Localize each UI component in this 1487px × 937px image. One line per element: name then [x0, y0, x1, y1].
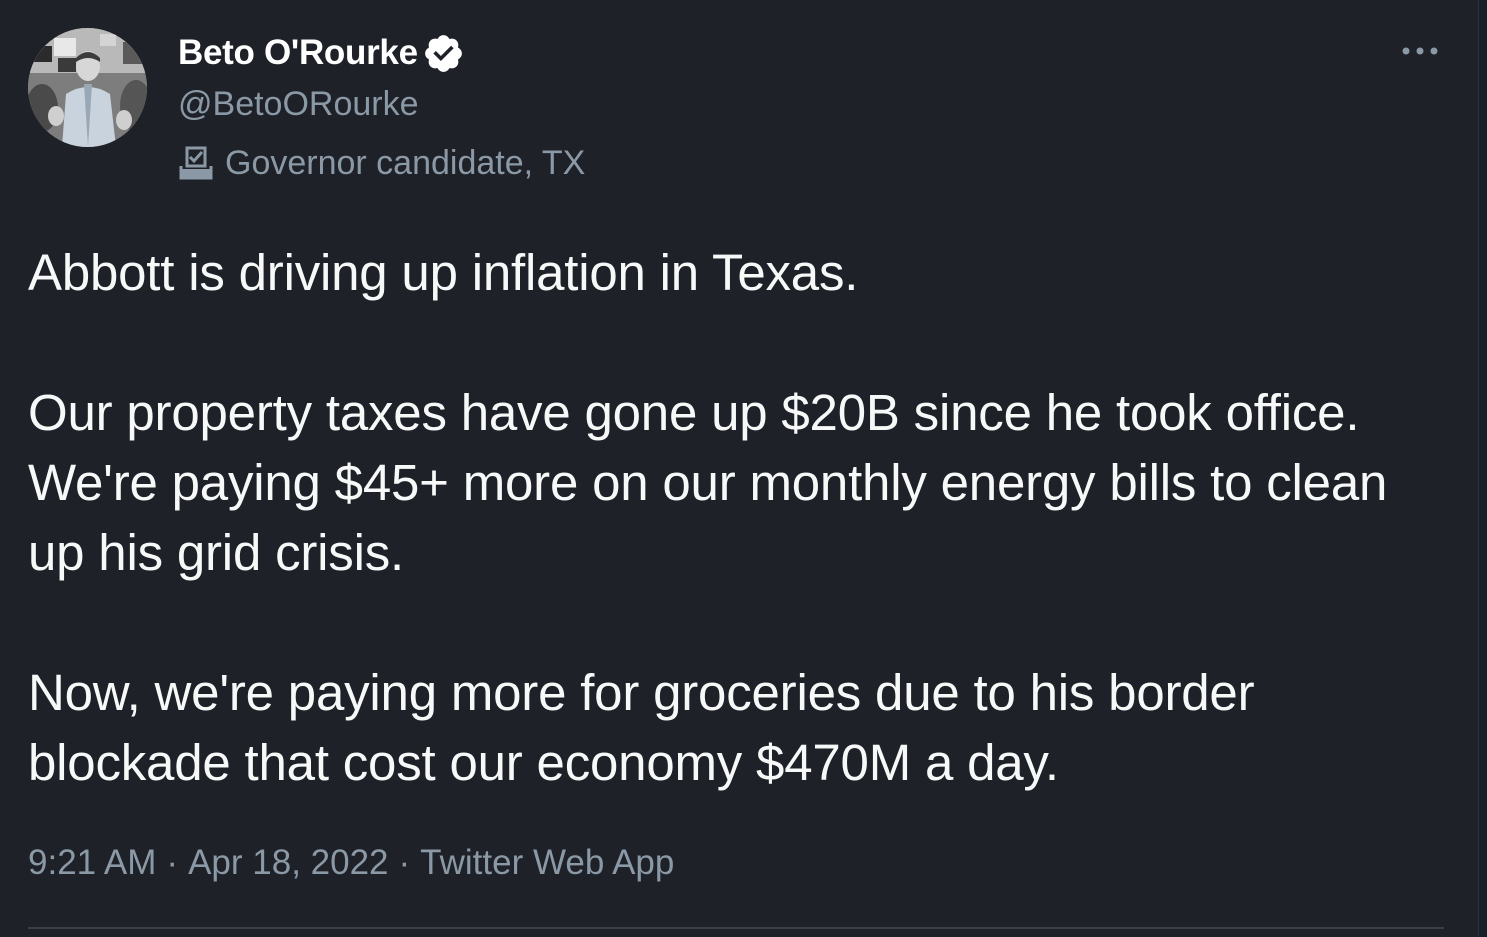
avatar[interactable]	[28, 28, 147, 147]
tweet-metadata: 9:21 AM · Apr 18, 2022 · Twitter Web App	[28, 840, 674, 886]
tweet-time-link[interactable]: 9:21 AM · Apr 18, 2022	[28, 843, 389, 882]
tweet-time[interactable]: 9:21 AM	[28, 843, 156, 882]
more-horizontal-icon	[1400, 43, 1440, 61]
tweet-paragraph: Abbott is driving up inflation in Texas.	[28, 244, 859, 301]
tweet-page: Beto O'Rourke @BetoORourke Governor cand…	[0, 0, 1478, 937]
divider	[28, 927, 1444, 929]
meta-separator: ·	[398, 843, 411, 882]
more-options-button[interactable]	[1396, 36, 1444, 68]
scrollbar-track[interactable]	[1478, 0, 1487, 937]
affiliation-label: Governor candidate, TX	[178, 141, 585, 185]
verified-badge-icon	[422, 32, 465, 75]
tweet-text: Abbott is driving up inflation in Texas.…	[28, 238, 1448, 798]
meta-separator: ·	[166, 843, 179, 882]
tweet-paragraph: Our property taxes have gone up $20B sin…	[28, 384, 1388, 581]
author-name-row[interactable]: Beto O'Rourke	[178, 31, 465, 75]
author-display-name[interactable]: Beto O'Rourke	[178, 31, 418, 75]
affiliation-label-text: Governor candidate, TX	[225, 143, 586, 182]
ballot-box-icon	[178, 145, 214, 181]
tweet-paragraph: Now, we're paying more for groceries due…	[28, 664, 1255, 791]
tweet-date[interactable]: Apr 18, 2022	[188, 843, 388, 882]
tweet-source-link[interactable]: Twitter Web App	[420, 843, 674, 882]
author-handle[interactable]: @BetoORourke	[178, 82, 419, 126]
